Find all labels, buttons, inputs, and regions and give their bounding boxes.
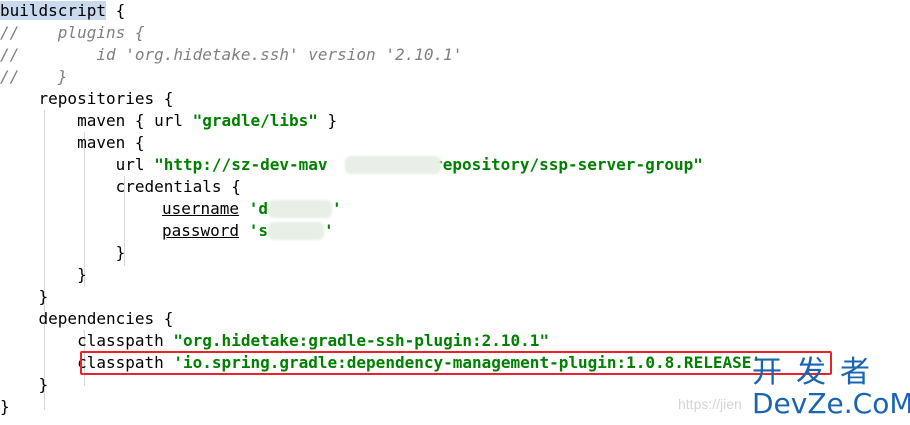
string-literal: "http://sz-dev-mav (154, 155, 328, 174)
code-text: maven { url (0, 111, 193, 130)
code-text: classpath (0, 331, 174, 350)
redacted-blur (345, 156, 441, 174)
string-literal: 'd (239, 199, 268, 218)
code-line-18: } (0, 375, 49, 394)
code-line-5: repositories { (0, 89, 174, 108)
property-key: password (162, 221, 240, 240)
code-text: } (317, 111, 338, 130)
code-line-6: maven { url "gradle/libs" } (0, 110, 337, 132)
code-text: { (105, 1, 126, 20)
string-literal: ' (331, 199, 342, 218)
selected-keyword[interactable]: buildscript (0, 1, 106, 20)
site-logo-english: DevZe.CoM (752, 387, 910, 420)
code-line-16: classpath "org.hidetake:gradle-ssh-plugi… (0, 330, 549, 352)
site-logo-chinese: 开发者 (752, 355, 884, 390)
code-line-7: maven { (0, 133, 145, 152)
redacted-blur (268, 222, 324, 240)
code-line-4: // } (0, 67, 68, 86)
annotation-highlight-box (80, 351, 832, 375)
code-editor[interactable]: buildscript { // plugins { // id 'org.hi… (0, 0, 910, 425)
code-line-2: // plugins { (0, 23, 145, 42)
code-text: url (0, 155, 155, 174)
code-line-19: } (0, 397, 10, 416)
string-literal: ' (323, 221, 334, 240)
string-literal: "gradle/libs" (192, 111, 318, 130)
redacted-blur (268, 200, 332, 218)
property-key: username (162, 199, 240, 218)
code-line-1: buildscript { (0, 0, 125, 22)
string-literal: /repository/ssp-server-group" (423, 155, 703, 174)
code-line-12: } (0, 243, 126, 262)
code-line-3: // id 'org.hidetake.ssh' version '2.10.1… (0, 45, 463, 64)
code-line-13: } (0, 265, 87, 284)
string-literal: "org.hidetake:gradle-ssh-plugin:2.10.1" (173, 331, 550, 350)
string-literal: 's (239, 221, 268, 240)
code-line-9: credentials { (0, 177, 241, 196)
code-line-14: } (0, 287, 49, 306)
watermark-url: https://jien (678, 396, 742, 412)
code-line-15: dependencies { (0, 309, 174, 328)
